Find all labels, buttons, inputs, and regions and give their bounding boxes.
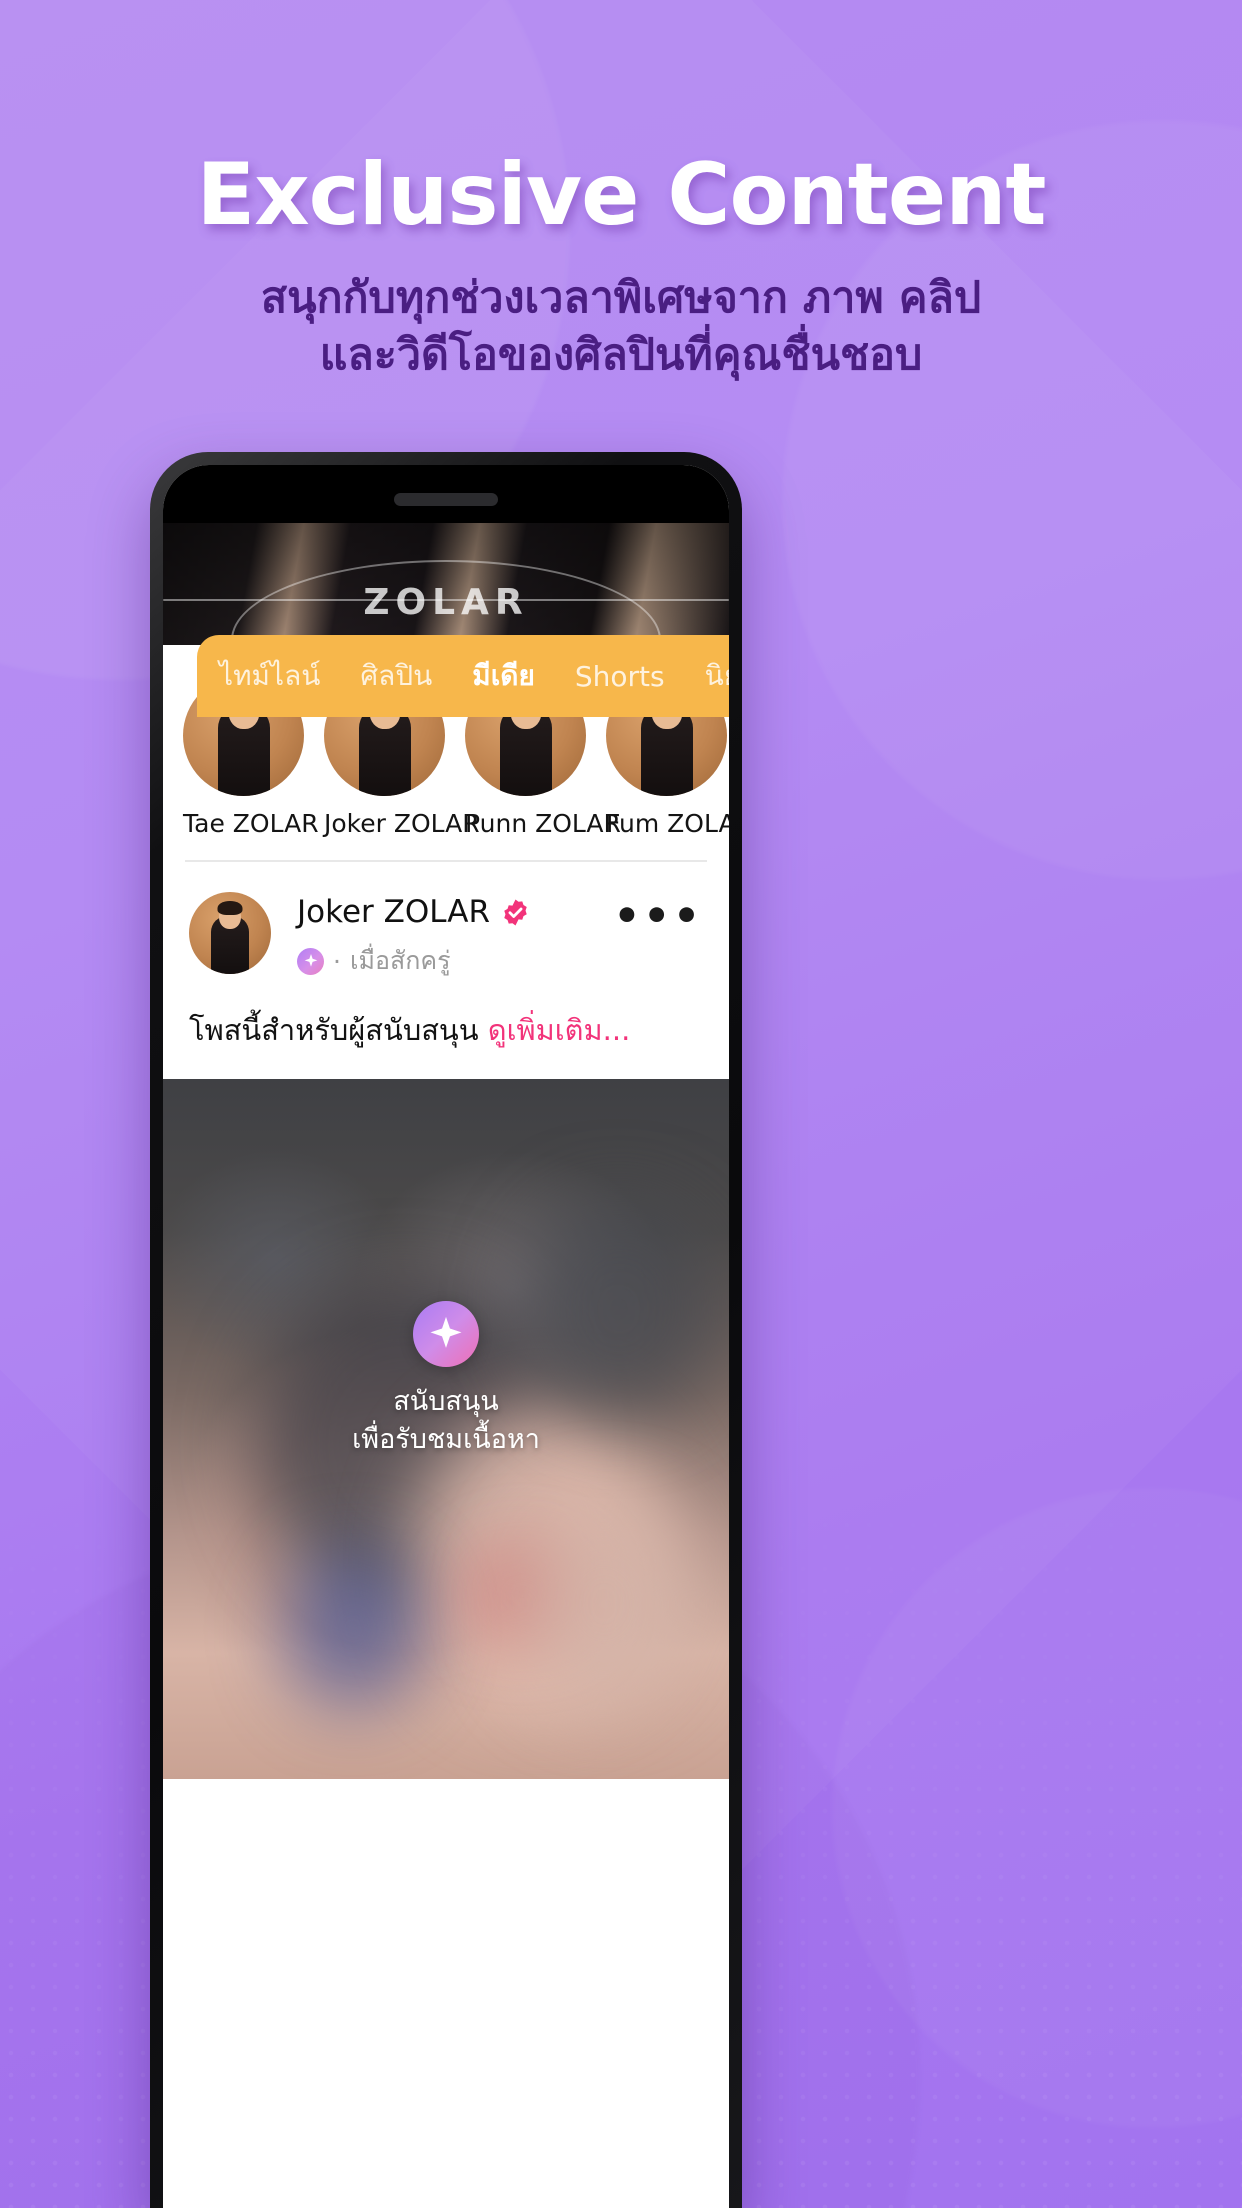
tab-shorts[interactable]: Shorts [575, 660, 665, 693]
promo-subheadline-line2: และวิดีโอของศิลปินที่คุณชื่นชอบ [319, 330, 923, 381]
promo-text-block: Exclusive Content สนุกกับทุกช่วงเวลาพิเศ… [0, 150, 1242, 384]
sparkle-icon [297, 947, 324, 975]
phone-screen: ZOLAR ไทม์ไลน์ ศิลปิน มีเดีย Shorts นิยา… [163, 465, 729, 2208]
post-author-meta: Joker ZOLAR · เมื่อสักครู่ [271, 892, 613, 981]
status-bar [163, 465, 729, 523]
post-see-more-link[interactable]: ดูเพิ่มเติม... [488, 1013, 631, 1047]
tab-bar[interactable]: ไทม์ไลน์ ศิลปิน มีเดีย Shorts นิยาย แฟนค… [197, 635, 729, 717]
promo-subheadline: สนุกกับทุกช่วงเวลาพิเศษจาก ภาพ คลิป และว… [0, 270, 1242, 384]
post-timestamp: เมื่อสักครู่ [349, 946, 451, 975]
blur-blob [509, 1499, 699, 1709]
tab-novel[interactable]: นิยาย [705, 654, 729, 698]
post-caption-text: โพสนี้สำหรับผู้สนับสนุน [189, 1013, 479, 1047]
artist-name: Tae ZOLAR [183, 809, 319, 838]
phone-mockup: ZOLAR ไทม์ไลน์ ศิลปิน มีเดีย Shorts นิยา… [150, 452, 742, 2208]
post-submeta-row: · เมื่อสักครู่ [297, 941, 613, 981]
post-author-name[interactable]: Joker ZOLAR [297, 894, 490, 930]
post-separator: · [333, 946, 341, 976]
artist-name: Joker ZOLAR [324, 809, 480, 838]
profile-cover-banner: ZOLAR ไทม์ไลน์ ศิลปิน มีเดีย Shorts นิยา… [163, 523, 729, 717]
locked-media-preview[interactable]: สนับสนุน เพื่อรับชมเนื้อหา [163, 1079, 729, 1779]
artist-name: Punn ZOLAR [465, 809, 621, 838]
locked-media-overlay: สนับสนุน เพื่อรับชมเนื้อหา [163, 1301, 729, 1460]
blur-blob [283, 1549, 423, 1709]
post-caption: โพสนี้สำหรับผู้สนับสนุน ดูเพิ่มเติม... [163, 981, 729, 1079]
earpiece-speaker [394, 493, 498, 506]
cover-banner-title: ZOLAR [363, 581, 529, 623]
locked-media-line2: เพื่อรับชมเนื้อหา [352, 1424, 540, 1456]
post-author-avatar[interactable] [189, 892, 271, 974]
post-author-name-row: Joker ZOLAR [297, 894, 613, 930]
artist-name: Fum ZOLAR [606, 809, 729, 838]
promo-screenshot: Exclusive Content สนุกกับทุกช่วงเวลาพิเศ… [0, 0, 1242, 2208]
post-header: Joker ZOLAR · เมื่อสักครู่ ••• [163, 862, 729, 981]
tab-timeline[interactable]: ไทม์ไลน์ [219, 654, 320, 698]
locked-media-text: สนับสนุน เพื่อรับชมเนื้อหา [352, 1383, 540, 1460]
promo-subheadline-line1: สนุกกับทุกช่วงเวลาพิเศษจาก ภาพ คลิป [260, 273, 982, 324]
sparkle-icon[interactable] [413, 1301, 479, 1367]
promo-headline: Exclusive Content [196, 145, 1046, 245]
deco-circle-4 [832, 1488, 1242, 2128]
tab-media[interactable]: มีเดีย [472, 654, 535, 698]
tab-artists[interactable]: ศิลปิน [360, 654, 432, 698]
post-more-menu-button[interactable]: ••• [613, 892, 703, 937]
verified-badge-icon [504, 898, 527, 926]
avatar-hair [217, 901, 243, 915]
locked-media-line1: สนับสนุน [393, 1386, 499, 1417]
